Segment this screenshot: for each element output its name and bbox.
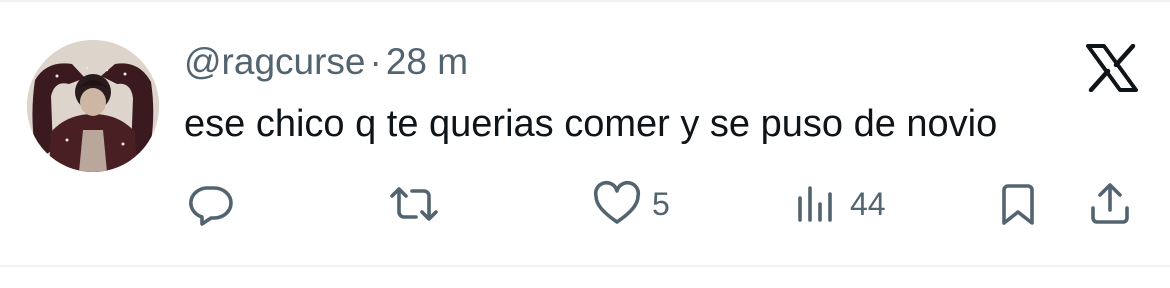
- like-count: 5: [652, 186, 670, 222]
- retweet-button[interactable]: [388, 176, 440, 232]
- like-button[interactable]: 5: [592, 176, 670, 232]
- heart-icon: [593, 180, 641, 224]
- x-logo-icon: [1086, 43, 1138, 93]
- avatar-photo: [27, 40, 159, 172]
- share-icon: [1091, 183, 1129, 224]
- bookmark-icon: [1002, 184, 1034, 225]
- views-count: 44: [850, 186, 886, 222]
- reply-icon: [189, 186, 233, 226]
- avatar[interactable]: [27, 40, 159, 172]
- tweet-card[interactable]: @ragcurse · 28 m ese chico q te querias …: [0, 0, 1170, 288]
- user-handle[interactable]: @ragcurse: [184, 40, 366, 84]
- tweet-header: @ragcurse · 28 m: [184, 40, 468, 84]
- views-icon: [798, 186, 832, 222]
- action-bar: 5 44: [0, 176, 1170, 232]
- retweet-icon: [390, 187, 438, 221]
- bottom-divider: [0, 265, 1170, 267]
- bookmark-button[interactable]: [996, 176, 1040, 232]
- tweet-text: ese chico q te querias comer y se puso d…: [184, 103, 998, 145]
- top-divider: [0, 0, 1170, 2]
- share-button[interactable]: [1086, 176, 1134, 232]
- reply-button[interactable]: [186, 176, 234, 232]
- header-separator: ·: [369, 41, 382, 82]
- views-button[interactable]: 44: [796, 176, 886, 232]
- tweet-time[interactable]: 28 m: [386, 40, 468, 84]
